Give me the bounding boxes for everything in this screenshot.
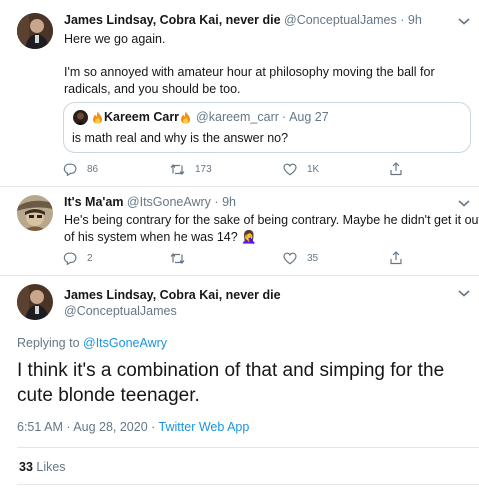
reply-icon — [63, 163, 77, 176]
tweet-text-line: radicals, and you should be too. — [64, 82, 241, 96]
share-button[interactable] — [389, 251, 403, 270]
chevron-down-icon[interactable] — [457, 198, 471, 208]
main-tweet-line: cute blonde teenager. — [17, 385, 200, 406]
source-link[interactable]: Twitter Web App — [159, 420, 250, 434]
share-button[interactable] — [389, 162, 403, 181]
likes-count: 33 — [19, 460, 33, 474]
tweet-time[interactable]: 9h — [408, 13, 422, 27]
replying-to-link[interactable]: @ItsGoneAwry — [83, 336, 167, 350]
reply-icon — [63, 252, 77, 265]
quote-display-name: Kareem Carr — [104, 110, 180, 124]
retweet-count: 173 — [195, 164, 212, 175]
tweet-text-line: Here we go again. — [64, 32, 166, 46]
reply-button[interactable]: 2 — [63, 252, 93, 265]
divider — [0, 275, 479, 276]
handle[interactable]: @ItsGoneAwry — [127, 195, 211, 209]
avatar[interactable] — [17, 284, 53, 320]
like-button[interactable]: 1K — [283, 163, 319, 176]
display-name[interactable]: James Lindsay, Cobra Kai, never die — [64, 13, 281, 27]
display-name[interactable]: James Lindsay, Cobra Kai, never die — [64, 288, 281, 302]
tweet-time[interactable]: 9h — [222, 195, 236, 209]
share-icon — [390, 251, 402, 265]
retweet-icon — [170, 164, 185, 175]
tweet-text-line: He's being contrary for the sake of bein… — [64, 213, 479, 227]
quote-handle: @kareem_carr — [196, 110, 279, 124]
main-tweet-text: I think it's a combination of that and s… — [17, 358, 444, 408]
handle[interactable]: @ConceptualJames — [284, 13, 397, 27]
replying-to-label: Replying to — [17, 336, 84, 350]
display-name[interactable]: It's Ma'am — [64, 195, 123, 209]
retweet-button[interactable]: 173 — [170, 163, 212, 176]
heart-icon — [283, 163, 297, 176]
quote-text: is math real and why is the answer no? — [72, 131, 289, 145]
fire-icon — [181, 111, 191, 123]
avatar[interactable] — [17, 195, 53, 231]
divider — [17, 484, 479, 485]
quote-date: Aug 27 — [289, 110, 329, 124]
chevron-down-icon[interactable] — [457, 16, 471, 26]
handle[interactable]: @ConceptualJames — [64, 304, 177, 318]
divider — [0, 186, 479, 187]
retweet-button[interactable] — [170, 252, 195, 265]
reply-count: 86 — [87, 164, 99, 175]
tweet-text-line: of his system when he was 14? 🤦‍♀️ — [64, 230, 257, 244]
chevron-down-icon[interactable] — [457, 288, 471, 298]
avatar-photo — [17, 195, 53, 231]
fire-icon — [93, 111, 102, 123]
divider — [17, 447, 479, 448]
like-count: 1K — [307, 164, 320, 175]
reply-button[interactable]: 86 — [63, 163, 98, 176]
share-icon — [390, 162, 402, 176]
avatar-photo — [17, 13, 53, 49]
likes-label: Likes — [32, 460, 66, 474]
like-button[interactable]: 35 — [283, 252, 318, 265]
quote-avatar — [73, 110, 88, 125]
main-tweet-line: I think it's a combination of that and s… — [17, 360, 445, 381]
avatar-photo — [17, 284, 53, 320]
reply-count: 2 — [87, 253, 93, 264]
retweet-icon — [170, 253, 185, 264]
likes-stat[interactable]: 33 Likes — [19, 460, 66, 474]
timestamp[interactable]: 6:51 AM · Aug 28, 2020 · — [17, 420, 159, 434]
like-count: 35 — [307, 253, 319, 264]
tweet-text-line: I'm so annoyed with amateur hour at phil… — [64, 65, 435, 79]
avatar[interactable] — [17, 13, 53, 49]
heart-icon — [283, 252, 297, 265]
